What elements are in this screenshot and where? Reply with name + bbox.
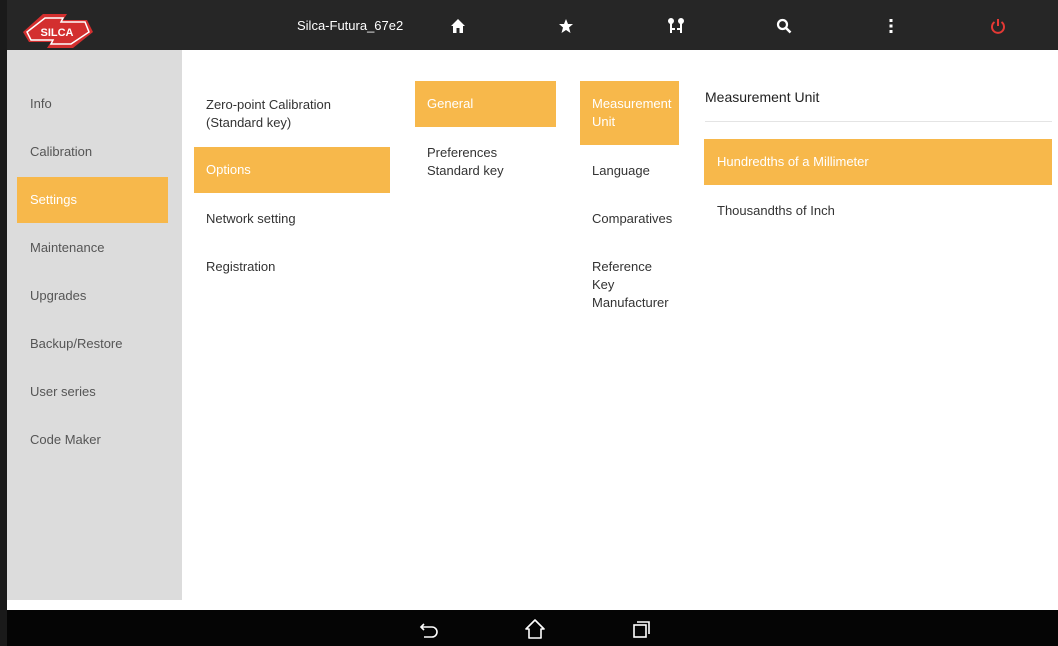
options-item-preferences-standard-key[interactable]: Preferences Standard key — [427, 144, 552, 180]
settings-item-options[interactable]: Options — [194, 147, 390, 193]
top-bar: SILCA Silca-Futura_67e2 — [7, 0, 1058, 50]
measurement-unit-heading: Measurement Unit — [705, 89, 820, 105]
general-item-reference-key-manufacturer[interactable]: Reference Key Manufacturer — [592, 258, 692, 312]
unit-option-hundredths-mm[interactable]: Hundredths of a Millimeter — [704, 139, 1052, 185]
home-outline-icon[interactable] — [524, 618, 546, 640]
search-icon[interactable] — [773, 15, 795, 37]
more-vertical-icon[interactable] — [880, 15, 902, 37]
sidebar-item-backup-restore[interactable]: Backup/Restore — [17, 321, 168, 367]
general-item-measurement-unit[interactable]: Measurement Unit — [580, 81, 679, 145]
settings-item-registration[interactable]: Registration — [206, 258, 386, 276]
general-item-language[interactable]: Language — [592, 162, 692, 180]
sidebar-item-settings[interactable]: Settings — [17, 177, 168, 223]
home-icon[interactable] — [447, 15, 469, 37]
back-icon[interactable] — [418, 618, 440, 640]
sidebar-item-info[interactable]: Info — [17, 81, 168, 127]
sidebar-item-calibration[interactable]: Calibration — [17, 129, 168, 175]
unit-option-thousandths-inch[interactable]: Thousandths of Inch — [717, 202, 1017, 220]
svg-text:SILCA: SILCA — [41, 27, 74, 39]
divider — [705, 121, 1052, 122]
device-frame — [0, 0, 7, 646]
android-nav-bar — [7, 610, 1058, 646]
general-item-comparatives[interactable]: Comparatives — [592, 210, 692, 228]
settings-item-zero-point-calibration[interactable]: Zero-point Calibration (Standard key) — [206, 96, 386, 132]
silca-logo: SILCA — [17, 8, 97, 54]
star-icon[interactable] — [555, 15, 577, 37]
device-name: Silca-Futura_67e2 — [297, 18, 404, 33]
settings-item-network-setting[interactable]: Network setting — [206, 210, 386, 228]
sidebar-item-upgrades[interactable]: Upgrades — [17, 273, 168, 319]
sidebar: Info Calibration Settings Maintenance Up… — [7, 50, 182, 600]
sidebar-item-code-maker[interactable]: Code Maker — [17, 417, 168, 463]
power-icon[interactable] — [987, 15, 1009, 37]
sidebar-item-user-series[interactable]: User series — [17, 369, 168, 415]
recent-apps-icon[interactable] — [630, 618, 652, 640]
sidebar-item-maintenance[interactable]: Maintenance — [17, 225, 168, 271]
options-item-general[interactable]: General — [415, 81, 556, 127]
keys-icon[interactable] — [665, 15, 687, 37]
